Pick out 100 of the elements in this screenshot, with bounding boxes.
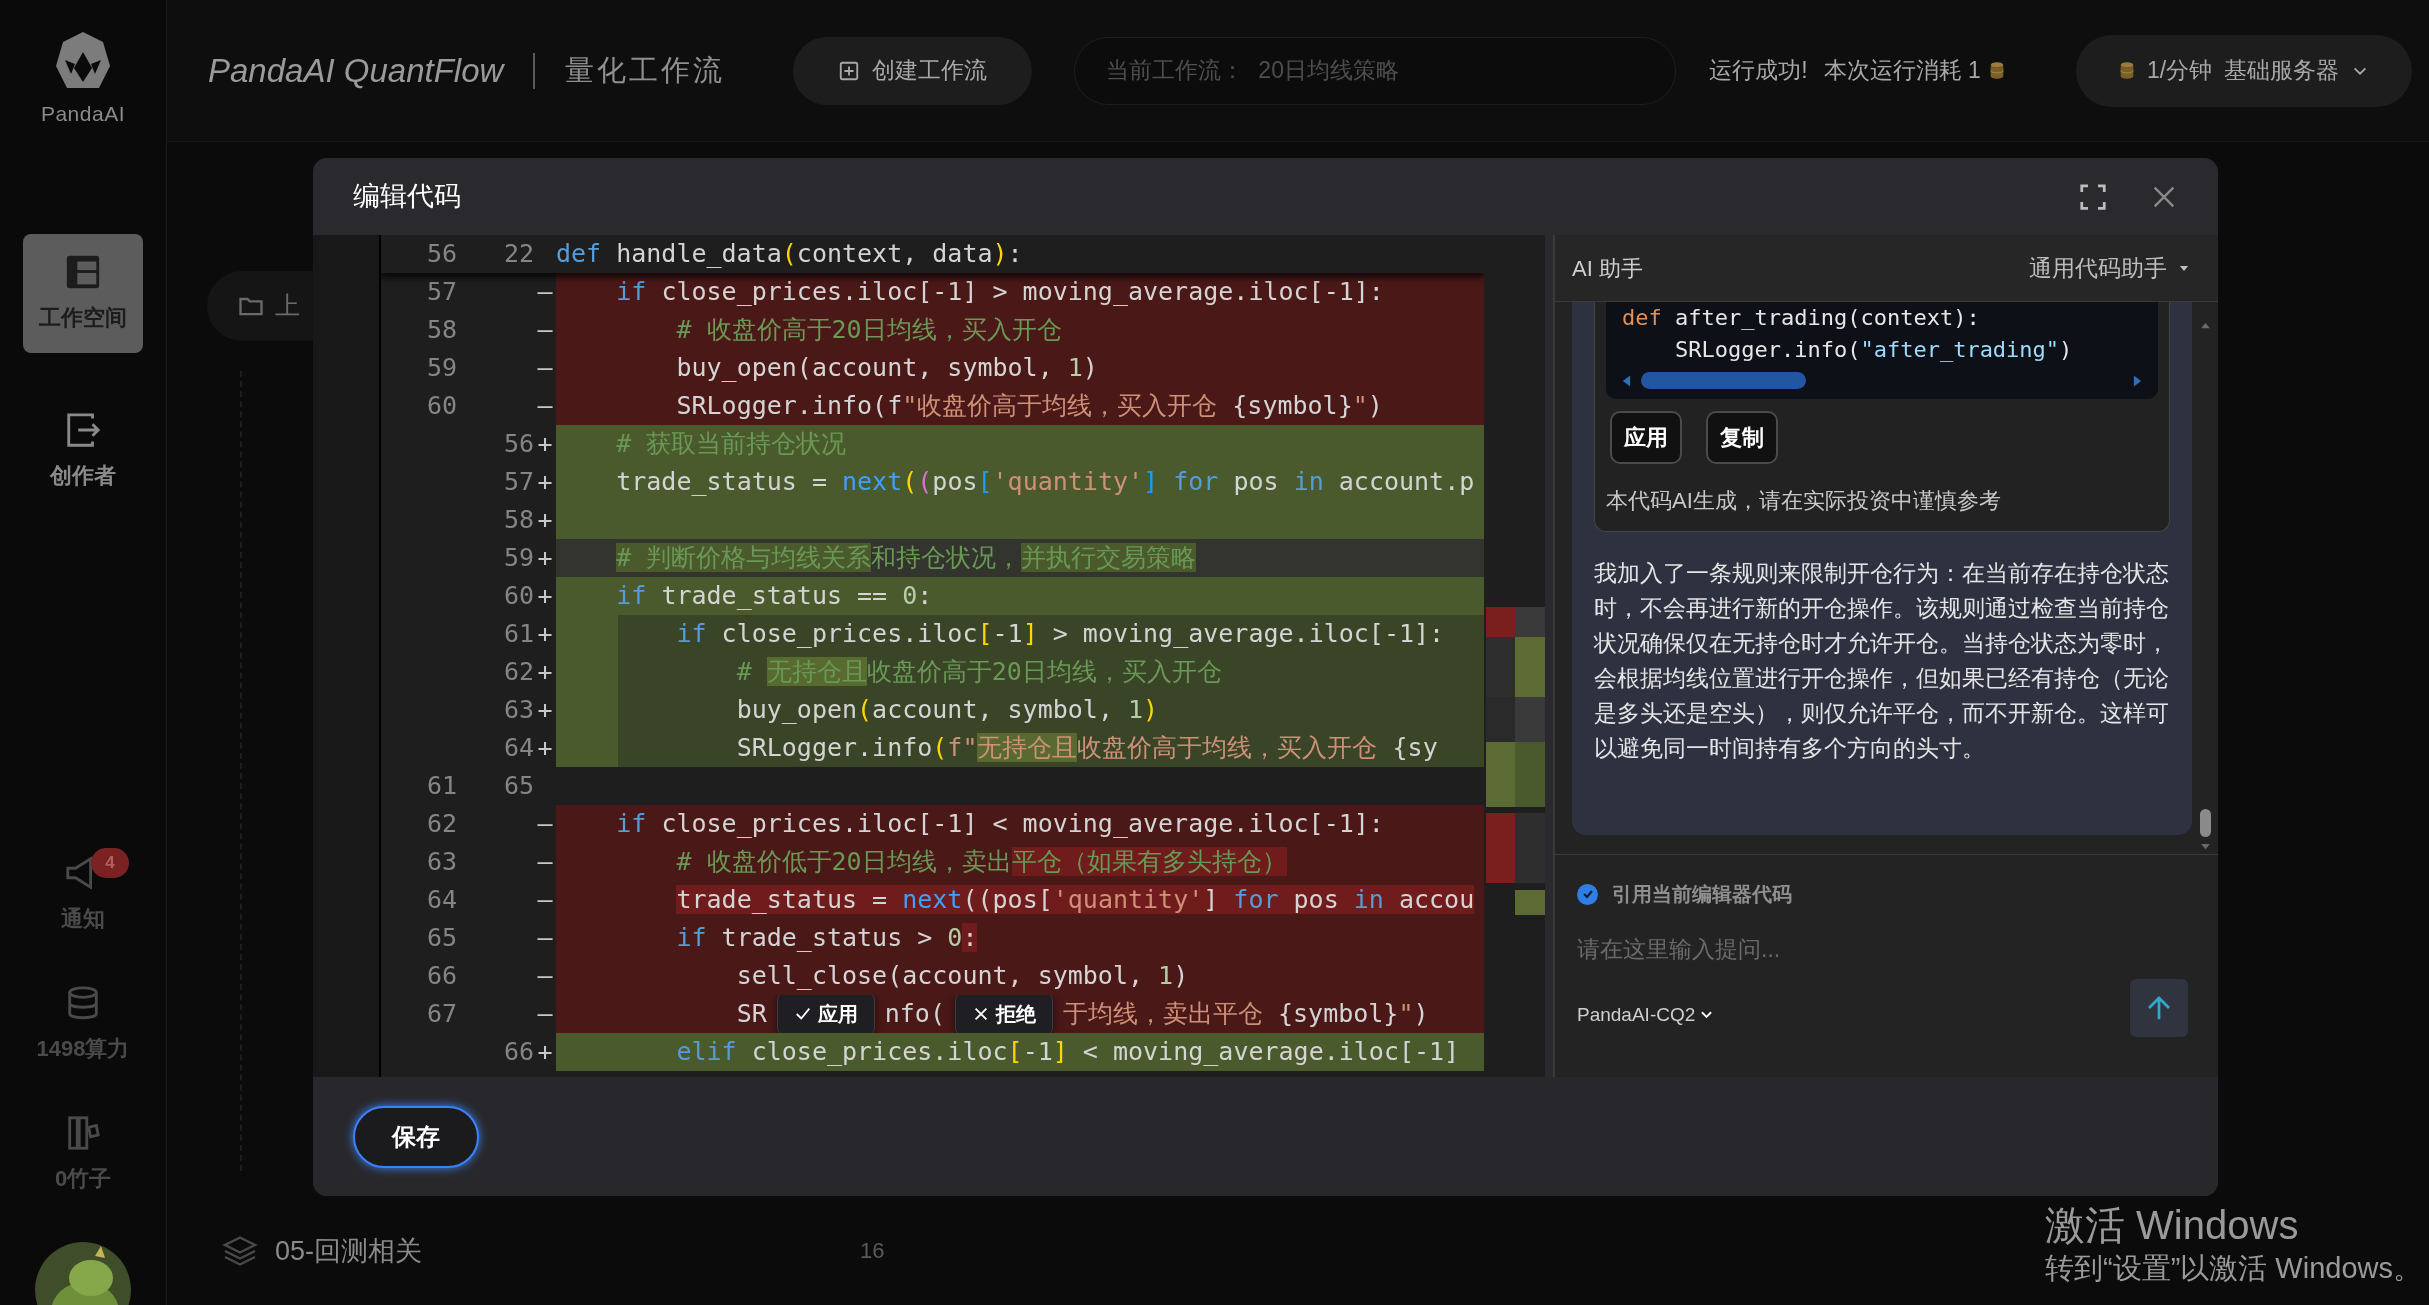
line-number: 58 xyxy=(426,314,457,346)
code-line: def handle_data(context, data): xyxy=(556,238,1023,270)
activation-title: 激活 Windows xyxy=(2045,1202,2300,1249)
diff-sign: — xyxy=(537,352,553,384)
checkbox-label: 引用当前编辑器代码 xyxy=(1612,882,1792,907)
reject-button[interactable]: 拒绝 xyxy=(954,995,1053,1033)
check-icon xyxy=(793,1005,812,1023)
exit-icon xyxy=(64,410,102,449)
assistant-mode-dropdown[interactable]: 通用代码助手 xyxy=(2029,250,2189,286)
diff-sign: — xyxy=(537,884,553,916)
disclaimer-text: 本代码AI生成，请在实际投资中谨慎参考 xyxy=(1606,487,2002,515)
checkbox[interactable] xyxy=(1577,883,1598,905)
diff-sign: + xyxy=(537,732,553,764)
line-number: 58 xyxy=(503,504,534,536)
diff-sign: + xyxy=(537,618,553,650)
logo-text: PandaAI xyxy=(40,101,126,127)
diff-sign: — xyxy=(537,922,553,954)
line-number: 63 xyxy=(503,694,534,726)
line-number: 59 xyxy=(426,352,457,384)
line-number: 62 xyxy=(426,808,457,840)
caret-icon xyxy=(2179,264,2189,272)
line-number: 56 xyxy=(426,238,457,270)
panel-title: AI 助手 xyxy=(1572,254,1643,283)
scroll-right-icon[interactable] xyxy=(2133,373,2142,388)
run-status: 运行成功! xyxy=(1709,56,1808,86)
code-action-button[interactable]: 应用 xyxy=(1610,411,1682,464)
scrollbar-thumb[interactable] xyxy=(1641,372,1806,389)
code-line: elif close_prices.iloc[-1] < moving_average.iloc[-1] xyxy=(676,1036,1460,1068)
line-number: 66 xyxy=(426,960,457,992)
activation-hint: 转到“设置”以激活 Windows。 xyxy=(2045,1251,2422,1286)
diff-sign: — xyxy=(537,808,553,840)
code-line: if close_prices.iloc[-1] < moving_average.iloc[-1]: xyxy=(616,808,1384,840)
line-number: 56 xyxy=(503,428,534,460)
line-number: 57 xyxy=(426,276,457,308)
app-title: PandaAI QuantFlow xyxy=(208,50,504,91)
code-line: if trade_status > 0: xyxy=(676,922,978,954)
scrollbar-thumb[interactable] xyxy=(2199,809,2211,837)
code-line: def after_trading(context): xyxy=(1622,304,1980,332)
coin-icon xyxy=(2118,61,2135,80)
diff-sign: + xyxy=(537,656,553,688)
code-line: trade_status = next((pos['quantity'] for pos in account.p xyxy=(616,466,1475,498)
line-number: 64 xyxy=(503,732,534,764)
app-subtitle: 量化工作流 xyxy=(565,52,726,88)
code-text: SR xyxy=(736,998,767,1030)
dialog-title: 编辑代码 xyxy=(353,180,461,214)
diff-sign: — xyxy=(537,960,553,992)
notification-badge: 4 xyxy=(91,847,129,878)
diff-sign: — xyxy=(537,998,553,1030)
line-number: 64 xyxy=(426,884,457,916)
line-number: 60 xyxy=(503,580,534,612)
code-line: # 收盘价低于20日均线，卖出平仓（如果有多头持仓） xyxy=(676,846,1287,878)
diff-sign: + xyxy=(537,466,553,498)
diff-sign: — xyxy=(537,276,553,308)
line-number: 59 xyxy=(503,542,534,574)
line-number: 66 xyxy=(503,1036,534,1068)
sidebar-item[interactable]: 创作者 xyxy=(23,404,143,498)
code-line: # 获取当前持仓状况 xyxy=(616,428,847,460)
reply-text: 我加入了一条规则来限制开仓行为：在当前存在持仓状态时，不会再进行新的开仓操作。该规则通过检查当前持仓状况确保仅在无持仓时才允许开仓。当持仓状态为零时，会根据均线位置进行开仓操作，但如果已经有持仓（无论是多头还是空头），则仅允许平仓，而不开新仓。这样可以避免同一时间持有多个方向的头寸。 xyxy=(1594,559,2170,763)
diff-sign: — xyxy=(537,314,553,346)
code-line: sell_close(account, symbol, 1) xyxy=(736,960,1189,992)
code-line: if trade_status == 0: xyxy=(616,580,933,612)
line-number: 22 xyxy=(503,238,534,270)
server-selector[interactable]: 1/分钟 基础服务器 xyxy=(2076,34,2412,107)
code-text: 于均线，卖出平仓 {symbol}") xyxy=(1062,998,1429,1030)
scroll-left-icon[interactable] xyxy=(1622,373,1631,388)
group-count: 16 xyxy=(860,1237,885,1266)
group-title: 05-回测相关 xyxy=(275,1234,423,1268)
code-text: nfo( xyxy=(884,998,945,1030)
chevron-down-icon xyxy=(1701,1010,1713,1019)
create-workflow-button[interactable]: 创建工作流 xyxy=(793,36,1033,105)
plus-square-icon xyxy=(838,59,861,82)
accept-button[interactable]: 应用 xyxy=(776,995,875,1033)
diff-sign: — xyxy=(537,846,553,878)
send-button[interactable] xyxy=(2130,979,2188,1037)
model-selector[interactable]: PandaAI-CQ2 xyxy=(1577,1000,1713,1029)
fullscreen-icon[interactable] xyxy=(2078,181,2108,212)
question-input[interactable]: 请在这里输入提问... xyxy=(1577,927,2157,971)
coin-icon xyxy=(1988,61,2005,80)
code-line: SRLogger.info(f"收盘价高于均线，买入开仓 {symbol}") xyxy=(676,390,1383,422)
diff-sign: + xyxy=(537,542,553,574)
diff-sign: + xyxy=(537,694,553,726)
line-number: 62 xyxy=(503,656,534,688)
line-number: 61 xyxy=(426,770,457,802)
line-number: 65 xyxy=(426,922,457,954)
save-button[interactable]: 保存 xyxy=(353,1105,479,1168)
scroll-up-icon[interactable] xyxy=(2199,322,2211,329)
code-line: SRLogger.info("after_trading") xyxy=(1675,336,2073,364)
diff-sign: + xyxy=(537,428,553,460)
diff-sign: + xyxy=(537,504,553,536)
code-line: if close_prices.iloc[-1] > moving_average.iloc[-1]: xyxy=(616,276,1384,308)
line-number: 63 xyxy=(426,846,457,878)
line-number: 61 xyxy=(503,618,534,650)
check-icon xyxy=(1581,888,1594,900)
diff-sign: + xyxy=(537,1036,553,1068)
scroll-down-icon[interactable] xyxy=(2199,843,2211,850)
line-number: 60 xyxy=(426,390,457,422)
run-cost: 本次运行消耗 1 xyxy=(1823,56,1981,86)
line-number: 67 xyxy=(426,998,457,1030)
code-line: # 判断价格与均线关系和持仓状况，并执行交易策略 xyxy=(616,542,1197,574)
code-action-button[interactable]: 复制 xyxy=(1706,411,1778,464)
